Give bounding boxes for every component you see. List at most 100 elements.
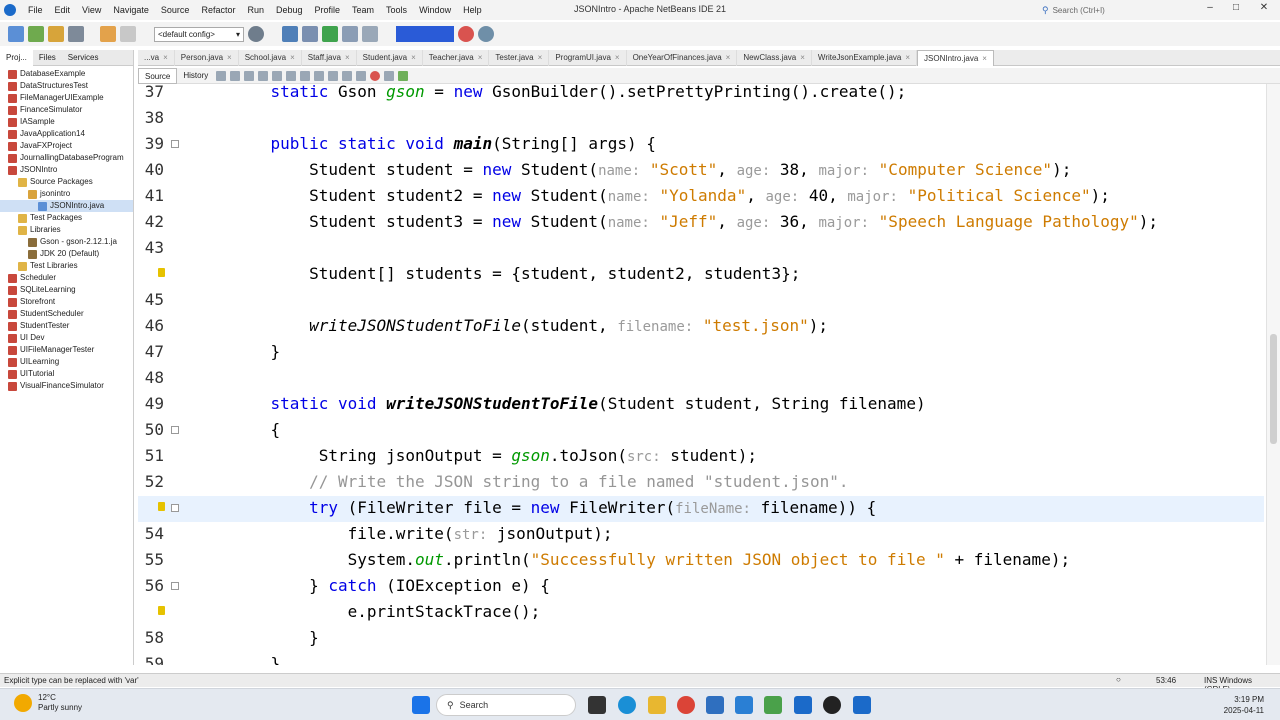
tree-item[interactable]: DataStructuresTest [0, 80, 133, 92]
debug-icon[interactable] [342, 26, 358, 42]
tree-item[interactable]: VisualFinanceSimulator [0, 380, 133, 392]
stop-macro-icon[interactable] [384, 70, 395, 81]
tree-item[interactable]: JSONIntro.java [0, 200, 133, 212]
menu-navigate[interactable]: Navigate [107, 5, 155, 15]
menu-window[interactable]: Window [413, 5, 457, 15]
last-edit-icon[interactable] [216, 70, 227, 81]
code-line[interactable]: 59 } [138, 652, 1264, 665]
lightbulb-hint-icon[interactable] [158, 502, 165, 511]
find-next-icon[interactable] [286, 70, 297, 81]
code-line[interactable]: 45 [138, 288, 1264, 314]
shift-left-icon[interactable] [328, 70, 339, 81]
tree-item[interactable]: Scheduler [0, 272, 133, 284]
code-line[interactable]: 58 } [138, 626, 1264, 652]
close-tab-icon[interactable]: × [800, 53, 805, 62]
gc-icon[interactable] [458, 26, 474, 42]
tree-item[interactable]: StudentTester [0, 320, 133, 332]
fold-toggle-icon[interactable] [171, 504, 179, 512]
tree-item[interactable]: JDK 20 (Default) [0, 248, 133, 260]
close-tab-icon[interactable]: × [615, 53, 620, 62]
menu-view[interactable]: View [76, 5, 107, 15]
tree-item[interactable]: Test Packages [0, 212, 133, 224]
back-icon[interactable] [230, 70, 241, 81]
tree-item[interactable]: UITutorial [0, 368, 133, 380]
task-view-icon[interactable] [588, 696, 606, 714]
store-icon[interactable] [706, 696, 724, 714]
code-line[interactable]: 48 [138, 366, 1264, 392]
file-explorer-icon[interactable] [648, 696, 666, 714]
tree-item[interactable]: UI Dev [0, 332, 133, 344]
code-line[interactable]: 37 static Gson gson = new GsonBuilder().… [138, 84, 1264, 106]
taskbar-search[interactable]: ⚲ Search [436, 694, 576, 716]
start-icon[interactable] [412, 696, 430, 714]
vscode-icon[interactable] [735, 696, 753, 714]
code-line[interactable]: 47 } [138, 340, 1264, 366]
editor-tab[interactable]: NewClass.java × [737, 49, 812, 66]
weather-widget[interactable]: 12°C Partly sunny [14, 693, 82, 713]
chrome-icon[interactable] [677, 696, 695, 714]
profile-icon[interactable] [362, 26, 378, 42]
netbeans-taskbar-icon[interactable] [794, 696, 812, 714]
panel-tab-1[interactable]: Files [33, 53, 62, 62]
close-tab-icon[interactable]: × [982, 54, 987, 63]
tree-item[interactable]: Storefront [0, 296, 133, 308]
panel-tab-0[interactable]: Proj... [0, 49, 33, 66]
maximize-button[interactable]: □ [1222, 2, 1250, 18]
menu-tools[interactable]: Tools [380, 5, 413, 15]
lightbulb-hint-icon[interactable] [158, 606, 165, 615]
editor-tab[interactable]: Staff.java × [302, 49, 357, 66]
close-tab-icon[interactable]: × [345, 53, 350, 62]
memory-usage-widget[interactable] [396, 26, 454, 42]
code-line[interactable]: 52 // Write the JSON string to a file na… [138, 470, 1264, 496]
find-previous-icon[interactable] [272, 70, 283, 81]
menu-edit[interactable]: Edit [49, 5, 77, 15]
code-line[interactable]: 54 file.write(str: jsonOutput); [138, 522, 1264, 548]
forward-icon[interactable] [244, 70, 255, 81]
code-line[interactable]: 46 writeJSONStudentToFile(student, filen… [138, 314, 1264, 340]
tree-item[interactable]: Source Packages [0, 176, 133, 188]
code-line[interactable]: e.printStackTrace(); [138, 600, 1264, 626]
panel-tab-2[interactable]: Services [62, 53, 105, 62]
edge-icon[interactable] [618, 696, 636, 714]
new-project-icon[interactable] [28, 26, 44, 42]
code-line[interactable]: 42 Student student3 = new Student(name: … [138, 210, 1264, 236]
editor-tab[interactable]: Student.java × [357, 49, 423, 66]
menu-run[interactable]: Run [241, 5, 270, 15]
code-line[interactable]: 43 [138, 236, 1264, 262]
close-tab-icon[interactable]: × [411, 53, 416, 62]
clean-build-icon[interactable] [302, 26, 318, 42]
editor-tab[interactable]: ...va × [138, 49, 175, 66]
fold-toggle-icon[interactable] [171, 582, 179, 590]
open-project-icon[interactable] [48, 26, 64, 42]
editor-scrollbar[interactable] [1266, 84, 1280, 665]
code-editor[interactable]: 37 static Gson gson = new GsonBuilder().… [138, 84, 1264, 665]
menu-debug[interactable]: Debug [270, 5, 309, 15]
code-line[interactable]: 38 [138, 106, 1264, 132]
minimize-button[interactable]: – [1196, 2, 1224, 18]
code-line[interactable]: try (FileWriter file = new FileWriter(fi… [138, 496, 1264, 522]
editor-tab[interactable]: Teacher.java × [423, 49, 490, 66]
notepad-plus-icon[interactable] [764, 696, 782, 714]
editor-tab[interactable]: WriteJsonExample.java × [812, 49, 918, 66]
settings-globe-icon[interactable] [248, 26, 264, 42]
fold-toggle-icon[interactable] [171, 426, 179, 434]
system-clock[interactable]: 3:19 PM 2025-04-11 [1200, 694, 1264, 716]
notification-icon[interactable]: ○ [1116, 675, 1121, 684]
tree-item[interactable]: JavaFXProject [0, 140, 133, 152]
save-all-icon[interactable] [68, 26, 84, 42]
tree-item[interactable]: JournallingDatabaseProgram [0, 152, 133, 164]
menu-refactor[interactable]: Refactor [195, 5, 241, 15]
code-line[interactable]: 55 System.out.println("Successfully writ… [138, 548, 1264, 574]
code-line[interactable]: 40 Student student = new Student(name: "… [138, 158, 1264, 184]
tree-item[interactable]: Gson - gson-2.12.1.ja [0, 236, 133, 248]
redo-icon[interactable] [120, 26, 136, 42]
editor-tab[interactable]: Person.java × [175, 49, 239, 66]
code-line[interactable]: 49 static void writeJSONStudentToFile(St… [138, 392, 1264, 418]
lightbulb-hint-icon[interactable] [158, 268, 165, 277]
source-tab[interactable]: Source [138, 67, 178, 84]
config-select[interactable]: <default config> ▾ [154, 26, 244, 42]
fold-toggle-icon[interactable] [171, 140, 179, 148]
undo-icon[interactable] [100, 26, 116, 42]
tree-item[interactable]: Libraries [0, 224, 133, 236]
run-icon[interactable] [322, 26, 338, 42]
